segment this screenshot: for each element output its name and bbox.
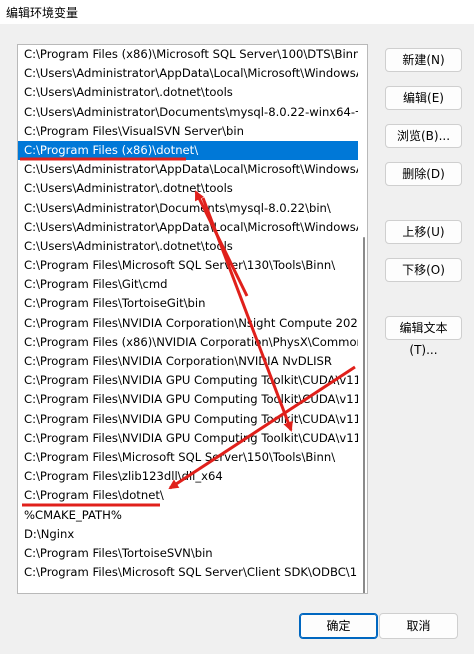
browse-button[interactable]: 浏览(B)... (385, 124, 462, 148)
path-item[interactable]: C:\Program Files\NVIDIA GPU Computing To… (18, 410, 358, 429)
path-item[interactable]: C:\Program Files\TortoiseGit\bin (18, 294, 358, 313)
path-item-selected[interactable]: C:\Program Files (x86)\dotnet\ (18, 140, 358, 161)
path-item[interactable]: C:\Users\Administrator\.dotnet\tools (18, 83, 358, 102)
path-item[interactable]: C:\Users\Administrator\AppData\Local\Mic… (18, 218, 358, 237)
path-item[interactable]: C:\Users\Administrator\.dotnet\tools (18, 237, 358, 256)
path-item[interactable]: C:\Program Files\dotnet\ (18, 486, 358, 505)
path-listbox[interactable]: C:\Program Files (x86)\Microsoft SQL Ser… (17, 44, 368, 594)
vertical-scrollbar[interactable] (358, 45, 367, 593)
scrollbar-thumb[interactable] (363, 237, 365, 593)
path-item[interactable]: C:\Program Files\NVIDIA GPU Computing To… (18, 390, 358, 409)
path-item[interactable]: C:\Program Files\NVIDIA Corporation\Nsig… (18, 314, 358, 333)
path-item[interactable]: %CMAKE_PATH% (18, 506, 358, 525)
path-item[interactable]: C:\Users\Administrator\Documents\mysql-8… (18, 103, 358, 122)
move-up-button[interactable]: 上移(U) (385, 220, 462, 244)
path-item[interactable]: C:\Program Files\Microsoft SQL Server\15… (18, 448, 358, 467)
path-item[interactable]: C:\Program Files\NVIDIA GPU Computing To… (18, 429, 358, 448)
cancel-button[interactable]: 取消 (379, 613, 458, 639)
path-item[interactable]: C:\Users\Administrator\AppData\Local\Mic… (18, 160, 358, 179)
path-item[interactable]: C:\Program Files\zlib123dll\dll_x64 (18, 467, 358, 486)
path-item[interactable]: C:\Program Files\VisualSVN Server\bin (18, 122, 358, 141)
move-down-button[interactable]: 下移(O) (385, 258, 462, 282)
window-title: 编辑环境变量 (6, 6, 79, 20)
path-item[interactable]: C:\Program Files\Microsoft SQL Server\Cl… (18, 563, 358, 582)
path-item[interactable]: D:\Nginx (18, 525, 358, 544)
title-bar: 编辑环境变量 (0, 0, 474, 24)
path-item[interactable]: C:\Program Files\NVIDIA Corporation\NVID… (18, 352, 358, 371)
path-item[interactable]: C:\Users\Administrator\Documents\mysql-8… (18, 199, 358, 218)
path-list: C:\Program Files (x86)\Microsoft SQL Ser… (18, 45, 358, 582)
edit-text-button[interactable]: 编辑文本(T)... (385, 316, 462, 357)
path-item[interactable]: C:\Program Files (x86)\NVIDIA Corporatio… (18, 333, 358, 352)
path-item[interactable]: C:\Program Files\NVIDIA GPU Computing To… (18, 371, 358, 390)
path-item[interactable]: C:\Program Files\Microsoft SQL Server\13… (18, 256, 358, 275)
path-item[interactable]: C:\Program Files\Git\cmd (18, 275, 358, 294)
new-button[interactable]: 新建(N) (385, 48, 462, 72)
ok-button[interactable]: 确定 (299, 613, 378, 639)
path-item[interactable]: C:\Program Files\TortoiseSVN\bin (18, 544, 358, 563)
edit-button[interactable]: 编辑(E) (385, 86, 462, 110)
path-item[interactable]: C:\Users\Administrator\AppData\Local\Mic… (18, 64, 358, 83)
path-item[interactable]: C:\Users\Administrator\.dotnet\tools (18, 179, 358, 198)
path-item[interactable]: C:\Program Files (x86)\Microsoft SQL Ser… (18, 45, 358, 64)
delete-button[interactable]: 删除(D) (385, 162, 462, 186)
